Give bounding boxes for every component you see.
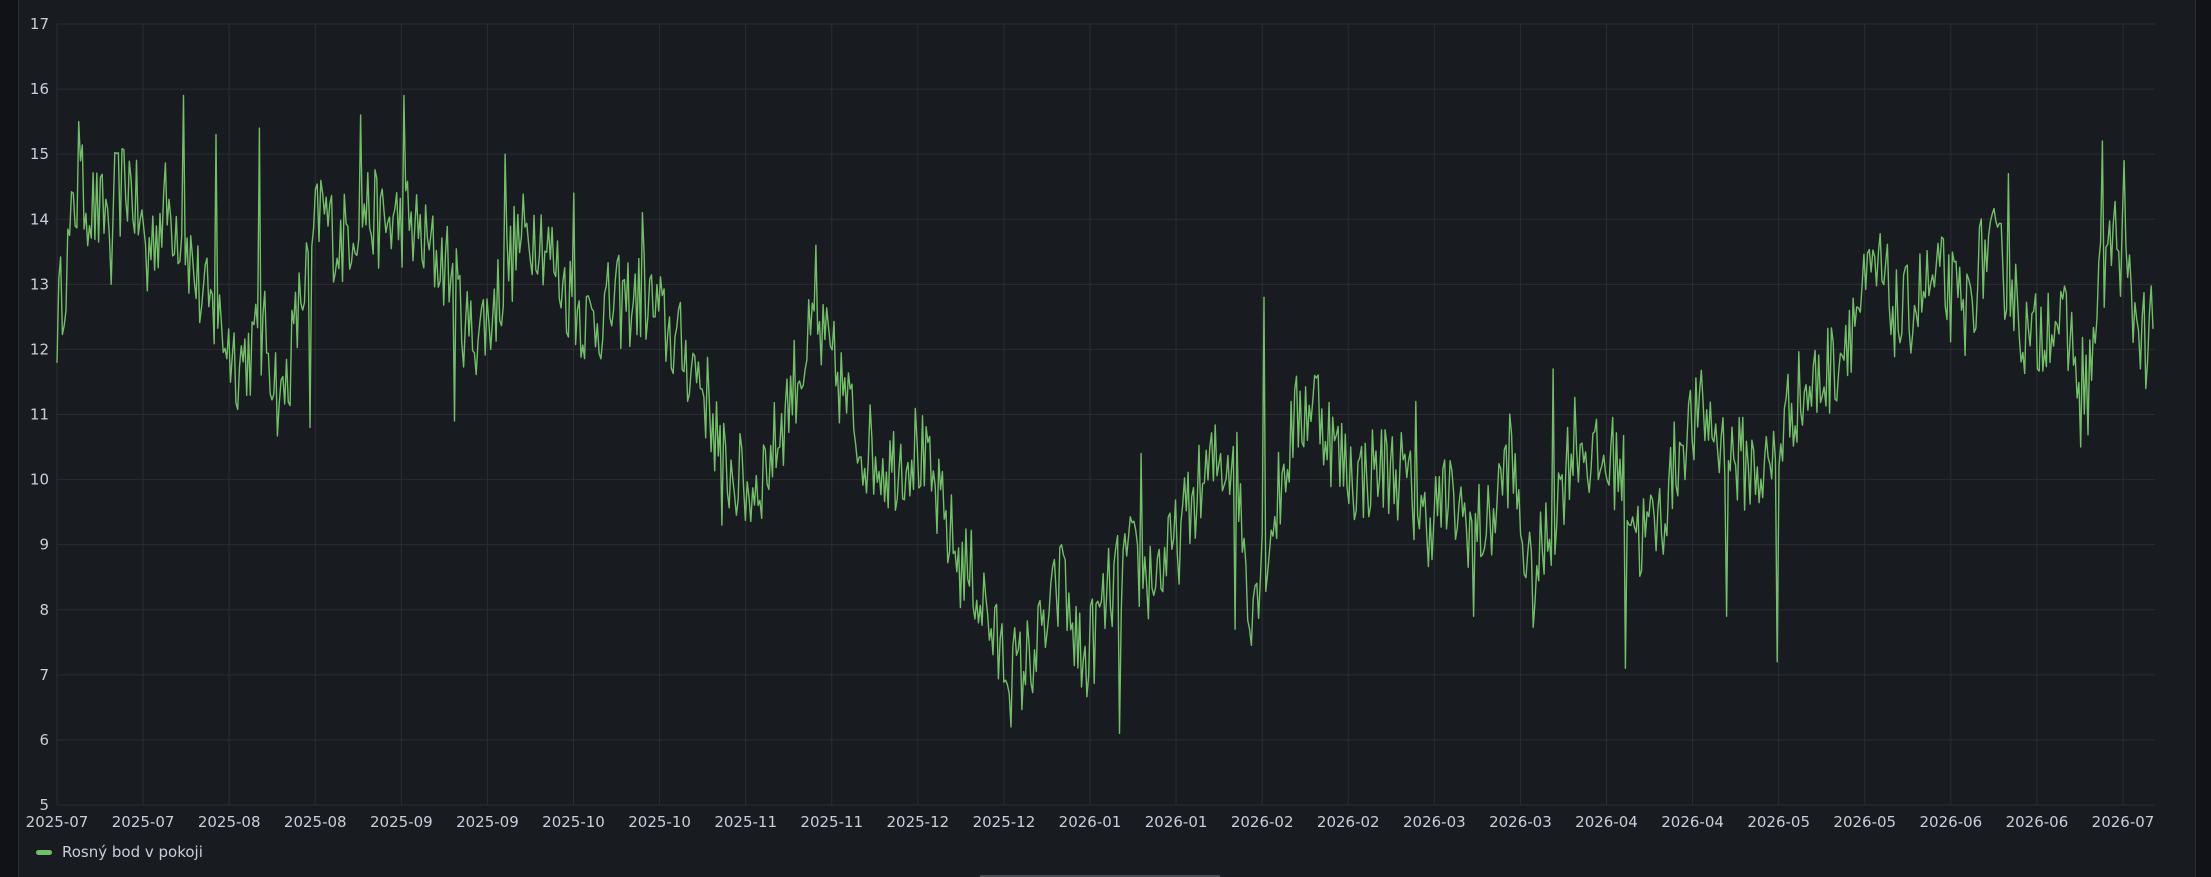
legend-label: Rosný bod v pokoji <box>62 843 203 861</box>
y-tick-label: 8 <box>39 601 49 619</box>
legend-swatch <box>36 849 52 855</box>
y-tick-label: 12 <box>30 340 49 358</box>
legend-item-dew-point[interactable]: Rosný bod v pokoji <box>36 843 203 861</box>
y-tick-label: 14 <box>30 210 49 228</box>
y-tick-label: 10 <box>30 471 49 489</box>
y-tick-label: 17 <box>30 15 49 33</box>
y-tick-label: 11 <box>30 406 49 424</box>
y-tick-label: 15 <box>30 145 49 163</box>
y-tick-label: 7 <box>39 666 49 684</box>
y-tick-label: 6 <box>39 731 49 749</box>
y-tick-label: 16 <box>30 80 49 98</box>
y-tick-label: 9 <box>39 536 49 554</box>
y-tick-label: 5 <box>39 796 49 814</box>
legend: Rosný bod v pokoji <box>18 827 2194 877</box>
y-tick-label: 13 <box>30 275 49 293</box>
line-chart[interactable]: 5678910111213141516172025-07 2025-07 2025-… <box>0 0 2211 877</box>
